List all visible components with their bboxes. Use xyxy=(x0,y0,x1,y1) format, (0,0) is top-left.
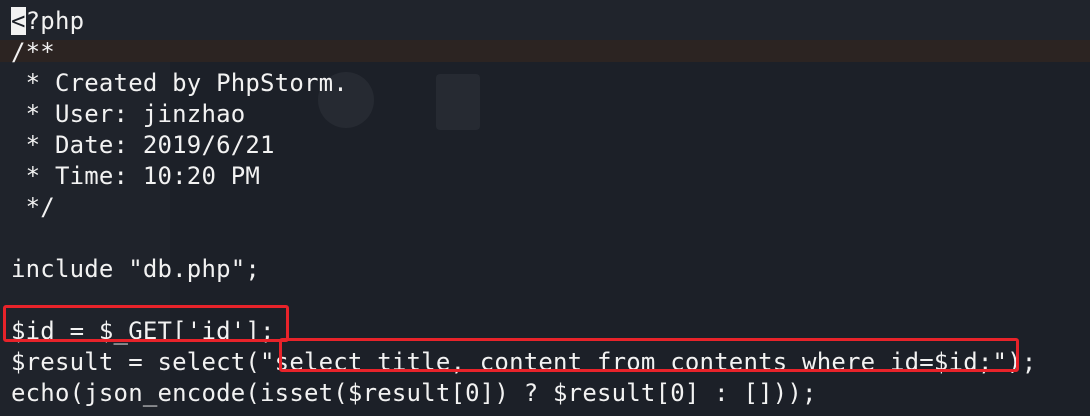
code-line-11: $id = $_GET['id']; xyxy=(11,316,1036,347)
terminal-window[interactable]: <?php/** * Created by PhpStorm. * User: … xyxy=(0,0,1090,416)
code-line-4: * User: jinzhao xyxy=(11,99,1036,130)
text-cursor: < xyxy=(11,7,26,35)
code-line-9: include "db.php"; xyxy=(11,254,1036,285)
code-line-text: /** xyxy=(11,38,55,66)
code-line-text: echo(json_encode(isset($result[0]) ? $re… xyxy=(11,379,817,407)
code-line-3: * Created by PhpStorm. xyxy=(11,68,1036,99)
code-line-13: echo(json_encode(isset($result[0]) ? $re… xyxy=(11,378,1036,409)
code-line-text: ?php xyxy=(25,7,85,35)
code-line-text: * Date: 2019/6/21 xyxy=(11,131,275,159)
code-line-6: * Time: 10:20 PM xyxy=(11,161,1036,192)
code-line-12: $result = select("select title, content … xyxy=(11,347,1036,378)
code-line-1: <?php xyxy=(11,6,1036,37)
code-line-text: $id = $_GET['id']; xyxy=(11,317,275,345)
code-line-text: $result = select("select title, content … xyxy=(11,348,1037,376)
code-line-text: * Time: 10:20 PM xyxy=(11,162,261,190)
code-line-5: * Date: 2019/6/21 xyxy=(11,130,1036,161)
code-block[interactable]: <?php/** * Created by PhpStorm. * User: … xyxy=(11,6,1036,409)
code-line-text: * User: jinzhao xyxy=(11,100,246,128)
code-line-text: * Created by PhpStorm. xyxy=(11,69,348,97)
code-line-text: include "db.php"; xyxy=(11,255,261,283)
code-line-2: /** xyxy=(11,37,1036,68)
code-line-text: */ xyxy=(11,193,55,221)
code-line-7: */ xyxy=(11,192,1036,223)
